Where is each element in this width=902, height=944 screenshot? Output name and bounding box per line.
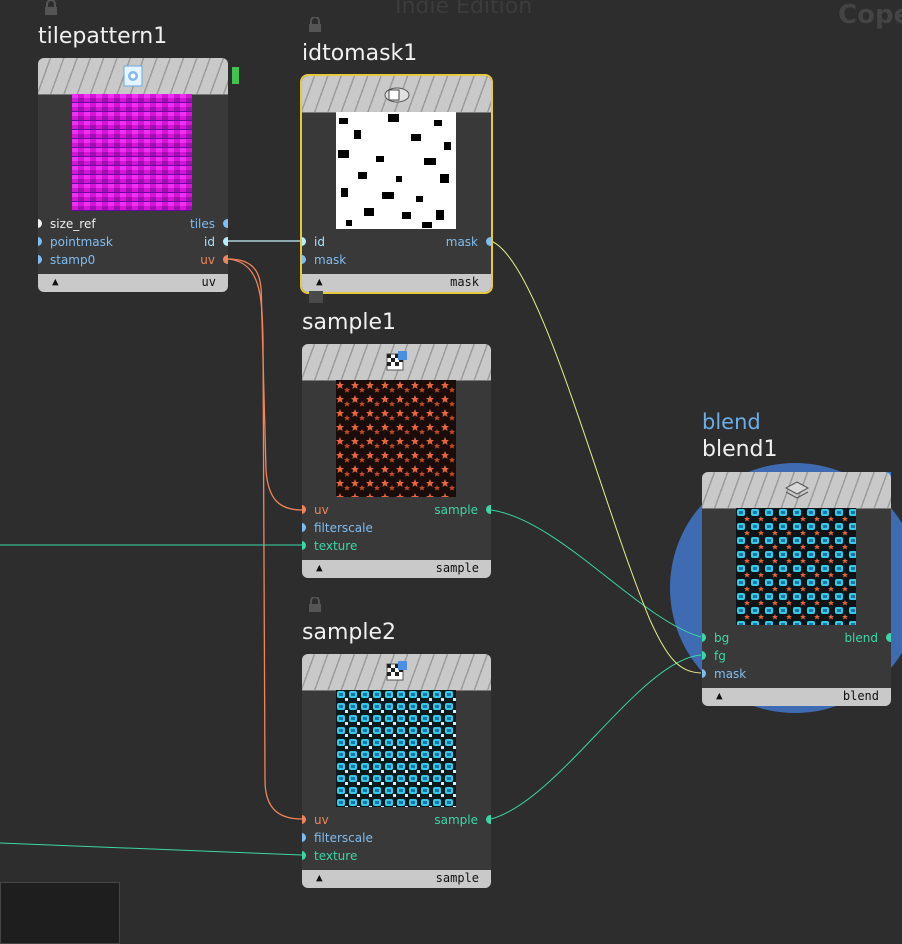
idtomask-preview [336, 112, 456, 229]
tile-pattern-icon [123, 65, 143, 87]
port-fg[interactable]: fg [702, 649, 726, 663]
watermark: Indie Edition [395, 0, 533, 19]
expand-triangle-icon[interactable]: ▲ [52, 275, 59, 288]
port-mask-in[interactable]: mask [702, 667, 746, 681]
port-uv-in[interactable]: uv [302, 503, 329, 517]
node-footer[interactable]: ▲ mask [302, 274, 491, 292]
wire-sample2-fg [490, 654, 702, 820]
node-sample1[interactable]: uv filterscale texture sample ▲ sample [302, 344, 491, 578]
tilepattern-preview [72, 94, 192, 211]
node-sample2[interactable]: uv filterscale texture sample ▲ sample [302, 654, 491, 888]
lock-icon[interactable] [307, 17, 323, 33]
node-tilepattern[interactable]: size_ref pointmask stamp0 tiles id uv ▲ u… [38, 58, 228, 292]
id-to-mask-icon [384, 87, 409, 103]
node-title-idtomask[interactable]: idtomask1 [302, 41, 417, 66]
port-pointmask[interactable]: pointmask [38, 235, 113, 249]
node-title-sample2[interactable]: sample2 [302, 620, 396, 645]
port-filterscale[interactable]: filterscale [302, 521, 373, 535]
port-id-in[interactable]: id [302, 235, 325, 249]
node-title-sample1[interactable]: sample1 [302, 310, 396, 335]
node-title-blend[interactable]: blend1 [702, 437, 778, 462]
watermark-right: Cope [838, 0, 902, 30]
display-flag[interactable] [232, 67, 239, 84]
node-header[interactable] [38, 58, 228, 95]
network-overview-box[interactable] [0, 882, 120, 944]
expand-triangle-icon[interactable]: ▲ [316, 871, 323, 884]
port-stamp0[interactable]: stamp0 [38, 253, 95, 267]
expand-triangle-icon[interactable]: ▲ [316, 561, 323, 574]
port-sample-out[interactable]: sample [434, 813, 491, 827]
port-bg[interactable]: bg [702, 631, 729, 645]
port-uv-in[interactable]: uv [302, 813, 329, 827]
node-header[interactable] [302, 76, 491, 113]
node-footer[interactable]: ▲ uv [38, 274, 228, 292]
lock-icon[interactable] [43, 0, 59, 16]
node-header[interactable] [302, 344, 491, 381]
layers-icon [784, 481, 809, 499]
node-blend[interactable]: bg fg mask blend ▲ blend [702, 472, 891, 706]
port-mask-in[interactable]: mask [302, 253, 346, 267]
port-texture[interactable]: texture [302, 539, 357, 553]
expand-triangle-icon[interactable]: ▲ [316, 275, 323, 288]
sample1-preview [336, 380, 456, 497]
blend-preview [736, 508, 856, 625]
node-footer[interactable]: ▲ sample [302, 560, 491, 578]
port-sample-out[interactable]: sample [434, 503, 491, 517]
port-uv-out[interactable]: uv [200, 253, 228, 267]
wire-texture-2 [0, 842, 303, 856]
sample-icon [386, 661, 407, 681]
node-header[interactable] [302, 654, 491, 691]
port-blend-out[interactable]: blend [844, 631, 891, 645]
port-tiles[interactable]: tiles [190, 217, 228, 231]
wire-uv-sample1 [227, 258, 303, 511]
node-header[interactable] [702, 472, 891, 509]
node-idtomask[interactable]: id mask mask ▲ mask [300, 74, 493, 294]
node-footer[interactable]: ▲ blend [702, 688, 891, 706]
wire-mask-blend [490, 240, 702, 674]
node-footer[interactable]: ▲ sample [302, 870, 491, 888]
node-tab[interactable] [309, 291, 323, 303]
sample2-preview [336, 690, 456, 807]
port-mask-out[interactable]: mask [446, 235, 491, 249]
port-size-ref[interactable]: size_ref [38, 217, 96, 231]
port-id-out[interactable]: id [204, 235, 228, 249]
lock-icon[interactable] [307, 597, 323, 613]
expand-triangle-icon[interactable]: ▲ [716, 689, 723, 702]
port-filterscale[interactable]: filterscale [302, 831, 373, 845]
sample-icon [386, 351, 407, 371]
node-title-tilepattern[interactable]: tilepattern1 [38, 24, 167, 49]
node-type-label: blend [702, 410, 761, 434]
port-texture[interactable]: texture [302, 849, 357, 863]
wire-sample1-bg [490, 509, 702, 638]
wire-uv-sample2 [227, 258, 303, 820]
